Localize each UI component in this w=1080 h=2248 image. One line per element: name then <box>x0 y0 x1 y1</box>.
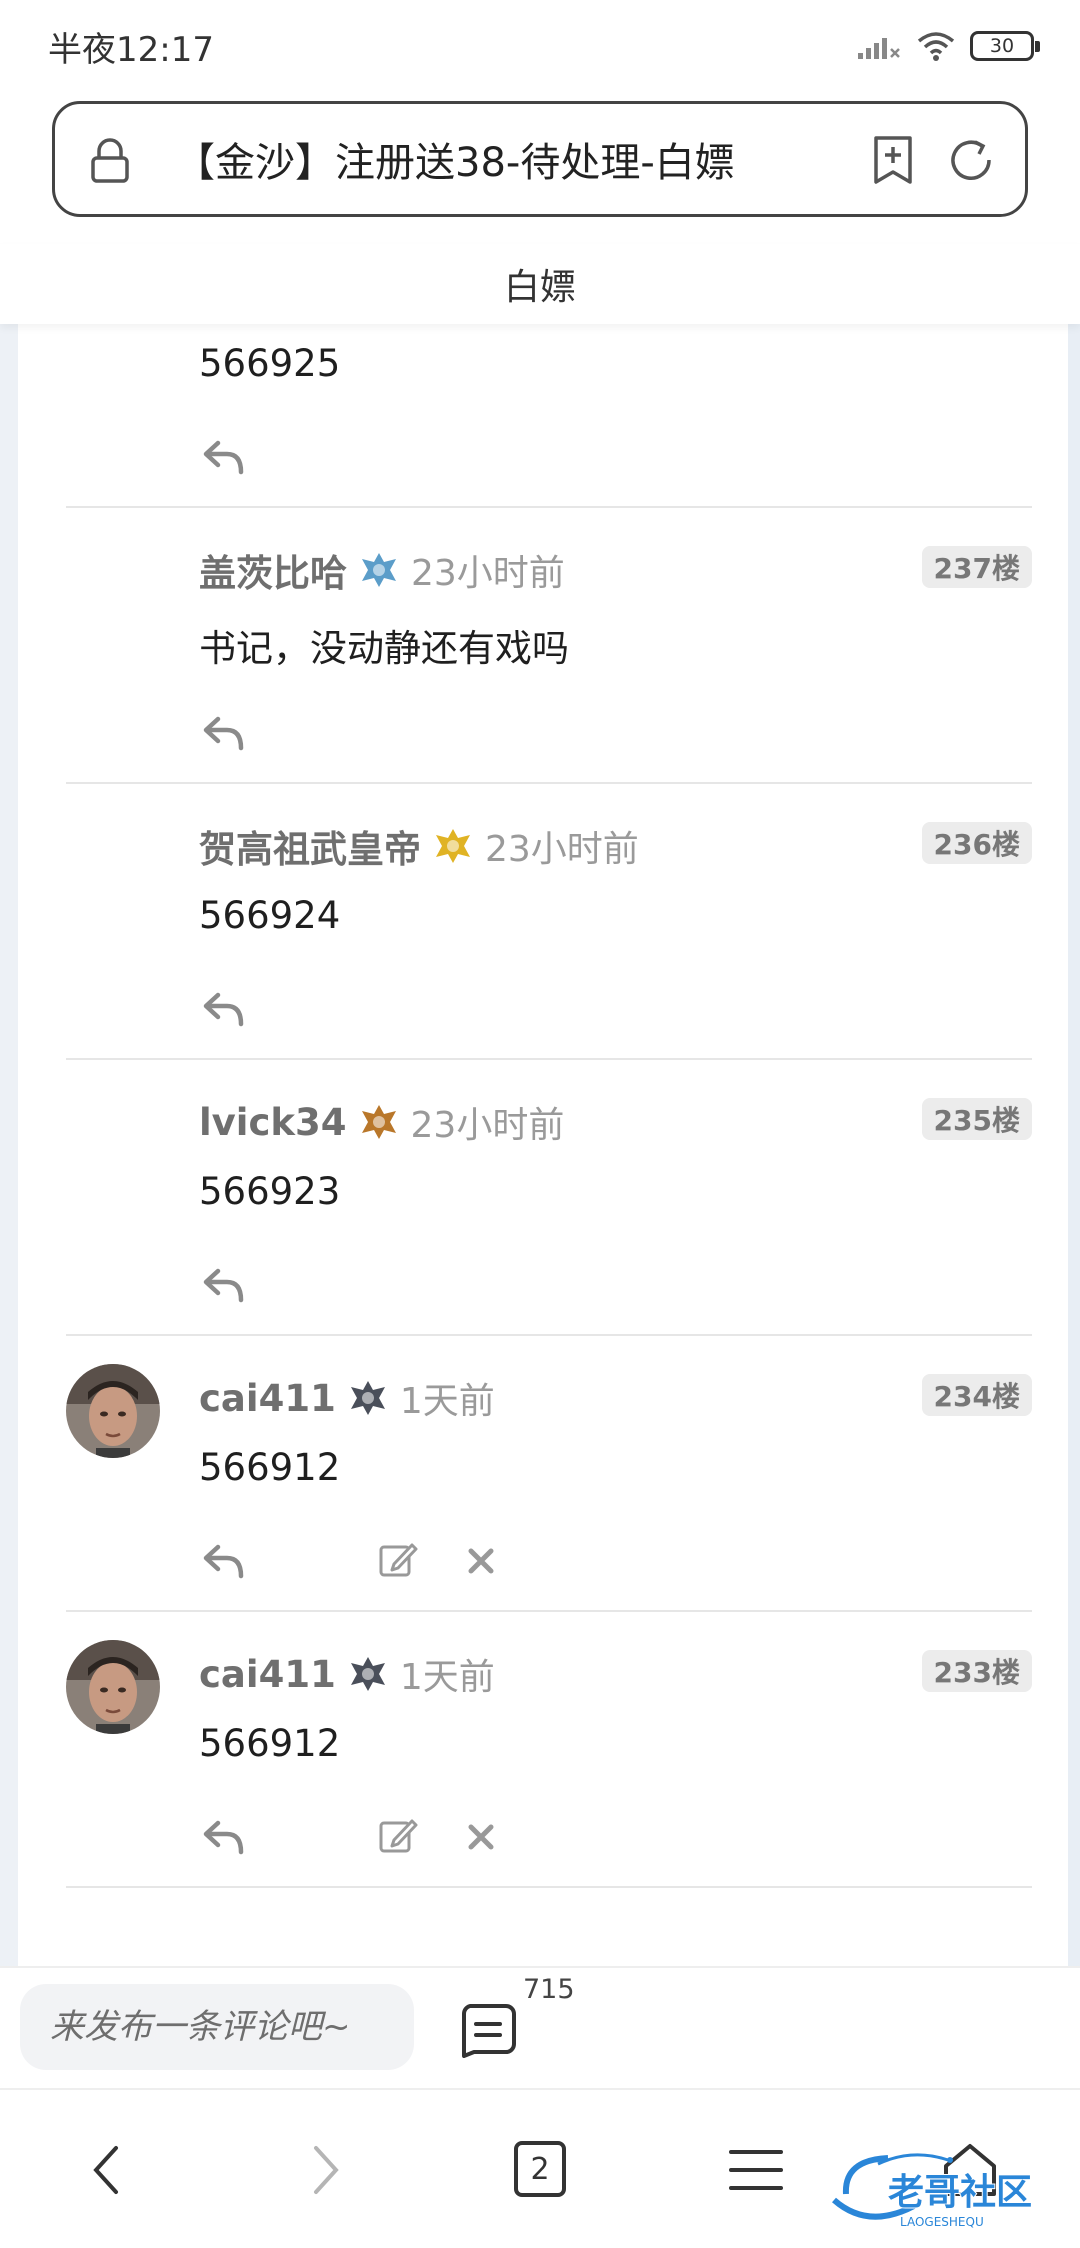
page-title: 白嫖 <box>503 267 576 308</box>
status-time: 半夜12:17 <box>48 30 214 70</box>
comment-text: 566924 <box>199 894 341 937</box>
comment-item: 贺高祖武皇帝 23小时前 236楼 566924 <box>66 784 1032 1060</box>
reply-icon[interactable] <box>201 1542 245 1580</box>
author-line: cai411 1天前 <box>199 1648 495 1700</box>
floor-badge: 237楼 <box>921 546 1032 588</box>
comment-time: 23小时前 <box>411 553 565 594</box>
back-button[interactable] <box>66 2130 146 2210</box>
floor-badge: 236楼 <box>921 822 1032 864</box>
edit-icon[interactable] <box>378 1816 418 1854</box>
tabs-button[interactable]: 2 <box>503 2130 583 2210</box>
rank-badge-icon <box>436 829 470 863</box>
edit-icon[interactable] <box>378 1540 418 1578</box>
menu-icon <box>729 2150 783 2190</box>
comment-text: 566912 <box>199 1722 341 1765</box>
page-header: 白嫖 <box>0 244 1080 324</box>
comment-time: 1天前 <box>399 1381 495 1422</box>
author-name[interactable]: cai411 <box>199 1653 336 1696</box>
comment-text: 566925 <box>199 342 341 385</box>
floor-badge: 235楼 <box>921 1098 1032 1140</box>
comment-item: cai411 1天前 233楼 566912 <box>66 1612 1032 1888</box>
comment-time: 23小时前 <box>485 829 639 870</box>
comment-item: lvick34 23小时前 235楼 566923 <box>66 1060 1032 1336</box>
rank-badge-icon <box>350 1381 385 1415</box>
reply-icon[interactable] <box>201 438 245 476</box>
signal-icon <box>858 38 900 59</box>
floor-badge: 233楼 <box>921 1650 1032 1692</box>
battery-indicator: 30 <box>970 31 1040 61</box>
rank-badge-icon <box>350 1657 385 1691</box>
avatar[interactable] <box>66 1640 160 1734</box>
reply-icon[interactable] <box>201 1266 245 1304</box>
rank-badge-icon <box>361 1105 396 1139</box>
comment-input[interactable] <box>20 1984 414 2070</box>
rank-badge-icon <box>362 553 396 587</box>
add-bookmark-icon[interactable] <box>867 134 919 186</box>
author-name[interactable]: 盖茨比哈 <box>199 543 347 597</box>
comment-item: 盖茨比哈 23小时前 237楼 书记，没动静还有戏吗 <box>66 508 1032 784</box>
comments-card: 刀仔斌 23小时前 238楼 566925 盖茨比哈 23小时前 <box>18 324 1080 1966</box>
delete-icon[interactable] <box>464 1544 498 1578</box>
menu-button[interactable] <box>716 2130 796 2210</box>
comment-count: 715 <box>523 1974 575 2005</box>
avatar[interactable] <box>66 1364 160 1458</box>
author-name[interactable]: cai411 <box>199 1377 336 1420</box>
author-line: lvick34 23小时前 <box>199 1096 564 1148</box>
reload-icon[interactable] <box>945 134 997 186</box>
tabs-count: 2 <box>514 2141 566 2197</box>
comment-text: 566923 <box>199 1170 341 1213</box>
comments-icon[interactable] <box>458 2002 518 2058</box>
address-bar[interactable]: 【金沙】注册送38-待处理-白嫖 <box>52 101 1028 217</box>
comment-bar: 715 <box>0 1966 1080 2088</box>
comment-item: 刀仔斌 23小时前 238楼 566925 <box>66 324 1032 508</box>
status-bar: 半夜12:17 30 <box>0 0 1080 96</box>
reply-icon[interactable] <box>201 990 245 1028</box>
forward-button[interactable] <box>286 2130 366 2210</box>
author-line: cai411 1天前 <box>199 1372 495 1424</box>
author-line: 盖茨比哈 23小时前 <box>199 544 565 596</box>
author-line: 贺高祖武皇帝 23小时前 <box>199 820 639 872</box>
author-name[interactable]: lvick34 <box>199 1101 347 1144</box>
comment-time: 1天前 <box>399 1657 495 1698</box>
watermark-text: 老哥社区 <box>888 2172 1032 2213</box>
comment-time: 23小时前 <box>410 1105 565 1146</box>
reply-icon[interactable] <box>201 1818 245 1856</box>
reply-icon[interactable] <box>201 714 245 752</box>
comment-item: cai411 1天前 234楼 566912 <box>66 1336 1032 1612</box>
floor-badge: 234楼 <box>921 1374 1032 1416</box>
comment-text: 566912 <box>199 1446 341 1489</box>
watermark-subtext: LAOGESHEQU <box>900 2215 984 2229</box>
status-icons: 30 <box>856 28 1040 64</box>
author-name[interactable]: 贺高祖武皇帝 <box>199 819 421 873</box>
url-text[interactable]: 【金沙】注册送38-待处理-白嫖 <box>175 130 855 188</box>
comment-text: 书记，没动静还有戏吗 <box>199 627 569 670</box>
lock-icon <box>91 138 129 183</box>
comments-section: 刀仔斌 23小时前 238楼 566925 盖茨比哈 23小时前 <box>0 324 1080 1966</box>
watermark-logo: 老哥社区 LAOGESHEQU <box>832 2153 1033 2229</box>
wifi-icon <box>917 32 955 61</box>
chevron-left-icon <box>93 2146 118 2194</box>
delete-icon[interactable] <box>464 1820 498 1854</box>
chevron-right-icon <box>314 2146 339 2194</box>
